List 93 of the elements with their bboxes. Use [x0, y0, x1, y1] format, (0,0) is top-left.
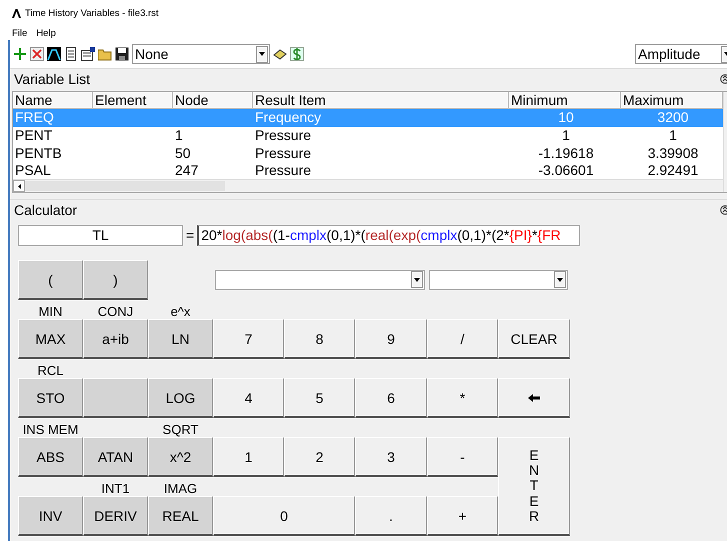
keypad-button[interactable]: +	[427, 496, 498, 536]
function-button[interactable]: DERIV	[83, 496, 148, 536]
shift-label: CONJ	[96, 304, 134, 319]
table-cell-text: 1	[174, 127, 184, 145]
section-title: Calculator	[14, 202, 78, 218]
function-button[interactable]: LOG	[148, 378, 213, 418]
function-button[interactable]: STO	[18, 378, 83, 418]
table-cell-text: 50	[174, 145, 192, 162]
column-header[interactable]: Result Item	[253, 92, 509, 109]
list-icon[interactable]	[64, 47, 78, 61]
keypad-button[interactable]: 5	[284, 378, 355, 418]
shift-label: SQRT	[162, 422, 200, 437]
keypad-button[interactable]: 6	[355, 378, 427, 418]
keypad-button[interactable]: /	[427, 319, 498, 359]
filter-dropdown[interactable]: None	[132, 44, 270, 64]
dollar-icon[interactable]	[290, 47, 304, 61]
blank-button[interactable]	[83, 378, 148, 418]
keypad-button[interactable]: *	[427, 378, 498, 418]
table-cell-text: Pressure	[254, 145, 312, 162]
scroll-left-icon[interactable]	[13, 180, 25, 192]
back-arrow-icon	[528, 394, 540, 402]
keypad-button[interactable]: 7	[213, 319, 284, 359]
table-cell-text: 1	[561, 127, 571, 145]
keypad-button[interactable]: 0	[213, 496, 355, 536]
table-cell-text: 10	[557, 109, 575, 127]
keypad-button[interactable]: .	[355, 496, 427, 536]
function-button[interactable]: ABS	[18, 437, 83, 477]
table-cell-text: PSAL	[14, 162, 52, 179]
caret-down-icon[interactable]	[259, 52, 265, 56]
shift-label: INT1	[100, 481, 131, 496]
column-header[interactable]: Maximum	[621, 92, 723, 109]
properties-icon[interactable]	[81, 47, 95, 61]
window-title: Time History Variables - file3.rst	[25, 8, 159, 18]
function-button[interactable]: a+ib	[83, 319, 148, 359]
function-button[interactable]: LN	[148, 319, 213, 359]
shift-label: MIN	[38, 304, 64, 319]
table-cell-text: PENTB	[14, 145, 63, 162]
expression-field[interactable]: 20*log(abs((1-cmplx(0,1)*(real(exp(cmplx(0,1)*(2*{PI}*{FR	[197, 224, 580, 246]
caret-down-icon[interactable]	[557, 278, 563, 282]
column-header[interactable]: Minimum	[509, 92, 621, 109]
table-cell-text: Pressure	[254, 127, 312, 145]
table-cell-text: 1	[668, 127, 678, 145]
keypad-button[interactable]: 2	[284, 437, 355, 477]
collapse-icon[interactable]	[720, 74, 727, 84]
table-cell-text: -1.19618	[537, 145, 595, 162]
keypad-button[interactable]: -	[427, 437, 498, 477]
backspace-button[interactable]	[498, 378, 570, 418]
keypad-button[interactable]: 9	[355, 319, 427, 359]
display-mode-dropdown[interactable]: Amplitude	[635, 44, 727, 64]
shift-label: e^x	[170, 304, 192, 319]
equals-sign: =	[186, 227, 194, 243]
function-button[interactable]: REAL	[148, 496, 213, 536]
column-header[interactable]: Name	[13, 92, 93, 109]
shift-label: RCL	[36, 363, 64, 378]
section-title: Variable List	[14, 71, 90, 87]
keypad-button[interactable]: CLEAR	[498, 319, 570, 359]
caret-down-icon[interactable]	[414, 278, 420, 282]
folder-icon[interactable]	[98, 47, 112, 61]
table-cell-text: -3.06601	[537, 162, 595, 179]
menu-item[interactable]: File	[12, 28, 28, 38]
save-icon[interactable]	[115, 47, 129, 61]
table-cell-text: 2.92491	[646, 162, 700, 179]
paren-button[interactable]: (	[18, 260, 83, 300]
graph-icon[interactable]	[47, 47, 61, 61]
table-cell-text: 247	[174, 162, 200, 179]
function-button[interactable]: ATAN	[83, 437, 148, 477]
table-cell-text: 3.39908	[646, 145, 700, 162]
enter-button[interactable]: ENTER	[498, 437, 570, 536]
table-cell-text: PENT	[14, 127, 54, 145]
menu-item[interactable]: Help	[36, 28, 56, 38]
shift-label: IMAG	[162, 481, 198, 496]
keypad-button[interactable]: 8	[284, 319, 355, 359]
eraser-icon[interactable]	[273, 47, 287, 61]
table-cell-text: 3200	[656, 109, 690, 127]
app-logo-icon	[12, 8, 21, 18]
keypad-button[interactable]: 1	[213, 437, 284, 477]
function-button[interactable]: INV	[18, 496, 83, 536]
keypad-button[interactable]: 3	[355, 437, 427, 477]
shift-label: INS MEM	[22, 422, 80, 437]
function-button[interactable]: x^2	[148, 437, 213, 477]
keypad-button[interactable]: 4	[213, 378, 284, 418]
add-icon[interactable]	[13, 47, 27, 61]
table-cell-text: Pressure	[254, 162, 312, 179]
collapse-icon[interactable]	[720, 205, 727, 215]
variable-name-field[interactable]: TL	[18, 224, 183, 246]
scrollbar-thumb[interactable]	[25, 181, 225, 191]
paren-button[interactable]: )	[83, 260, 148, 300]
table-cell-text: FREQ	[14, 109, 55, 127]
table-cell-text: Frequency	[254, 109, 322, 127]
column-header[interactable]: Node	[173, 92, 253, 109]
column-header[interactable]: Element	[93, 92, 173, 109]
function-button[interactable]: MAX	[18, 319, 83, 359]
delete-icon[interactable]	[30, 47, 44, 61]
